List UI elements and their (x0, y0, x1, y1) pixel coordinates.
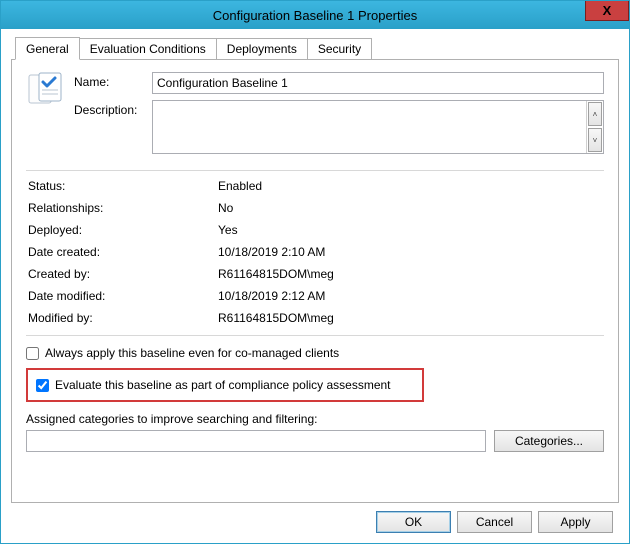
tab-security[interactable]: Security (308, 38, 372, 59)
modified-by-value: R61164815DOM\meg (218, 311, 604, 325)
divider (26, 335, 604, 336)
tab-general[interactable]: General (15, 37, 80, 60)
cancel-button[interactable]: Cancel (457, 511, 532, 533)
description-spin: ˄ ˅ (586, 101, 603, 153)
description-wrapper: ˄ ˅ (152, 100, 604, 154)
spin-down-button[interactable]: ˅ (588, 128, 602, 152)
created-by-value: R61164815DOM\meg (218, 267, 604, 281)
always-apply-checkbox[interactable] (26, 347, 39, 360)
apply-button[interactable]: Apply (538, 511, 613, 533)
name-input[interactable] (152, 72, 604, 94)
deployed-label: Deployed: (28, 223, 218, 237)
close-icon: X (603, 3, 612, 18)
modified-by-label: Modified by: (28, 311, 218, 325)
status-label: Status: (28, 179, 218, 193)
deployed-value: Yes (218, 223, 604, 237)
created-by-label: Created by: (28, 267, 218, 281)
close-button[interactable]: X (585, 1, 629, 21)
client-area: General Evaluation Conditions Deployment… (1, 29, 629, 543)
status-value: Enabled (218, 179, 604, 193)
evaluate-compliance-row: Evaluate this baseline as part of compli… (36, 376, 414, 394)
evaluate-compliance-label: Evaluate this baseline as part of compli… (55, 378, 391, 392)
ok-button[interactable]: OK (376, 511, 451, 533)
categories-button[interactable]: Categories... (494, 430, 604, 452)
categories-display (26, 430, 486, 452)
date-modified-value: 10/18/2019 2:12 AM (218, 289, 604, 303)
info-grid: Status: Enabled Relationships: No Deploy… (26, 179, 604, 325)
chevron-down-icon: ˅ (593, 136, 598, 145)
always-apply-label: Always apply this baseline even for co-m… (45, 346, 339, 360)
baseline-icon (28, 72, 62, 106)
description-label: Description: (74, 100, 152, 117)
dialog-button-row: OK Cancel Apply (11, 503, 619, 533)
titlebar: Configuration Baseline 1 Properties X (1, 1, 629, 29)
relationships-label: Relationships: (28, 201, 218, 215)
date-created-label: Date created: (28, 245, 218, 259)
name-label: Name: (74, 72, 152, 89)
date-modified-label: Date modified: (28, 289, 218, 303)
divider (26, 170, 604, 171)
tabstrip: General Evaluation Conditions Deployment… (15, 37, 619, 59)
categories-intro: Assigned categories to improve searching… (26, 412, 604, 426)
chevron-up-icon: ˄ (593, 110, 598, 119)
highlight-box: Evaluate this baseline as part of compli… (26, 368, 424, 402)
window-title: Configuration Baseline 1 Properties (1, 8, 629, 23)
tab-deployments[interactable]: Deployments (217, 38, 308, 59)
tab-evaluation-conditions[interactable]: Evaluation Conditions (80, 38, 217, 59)
date-created-value: 10/18/2019 2:10 AM (218, 245, 604, 259)
always-apply-row: Always apply this baseline even for co-m… (26, 344, 604, 362)
description-input[interactable] (153, 101, 586, 153)
spin-up-button[interactable]: ˄ (588, 102, 602, 126)
relationships-value: No (218, 201, 604, 215)
tab-panel-general: Name: Description: ˄ ˅ (11, 59, 619, 503)
categories-row: Categories... (26, 430, 604, 452)
dialog-window: Configuration Baseline 1 Properties X Ge… (0, 0, 630, 544)
evaluate-compliance-checkbox[interactable] (36, 379, 49, 392)
